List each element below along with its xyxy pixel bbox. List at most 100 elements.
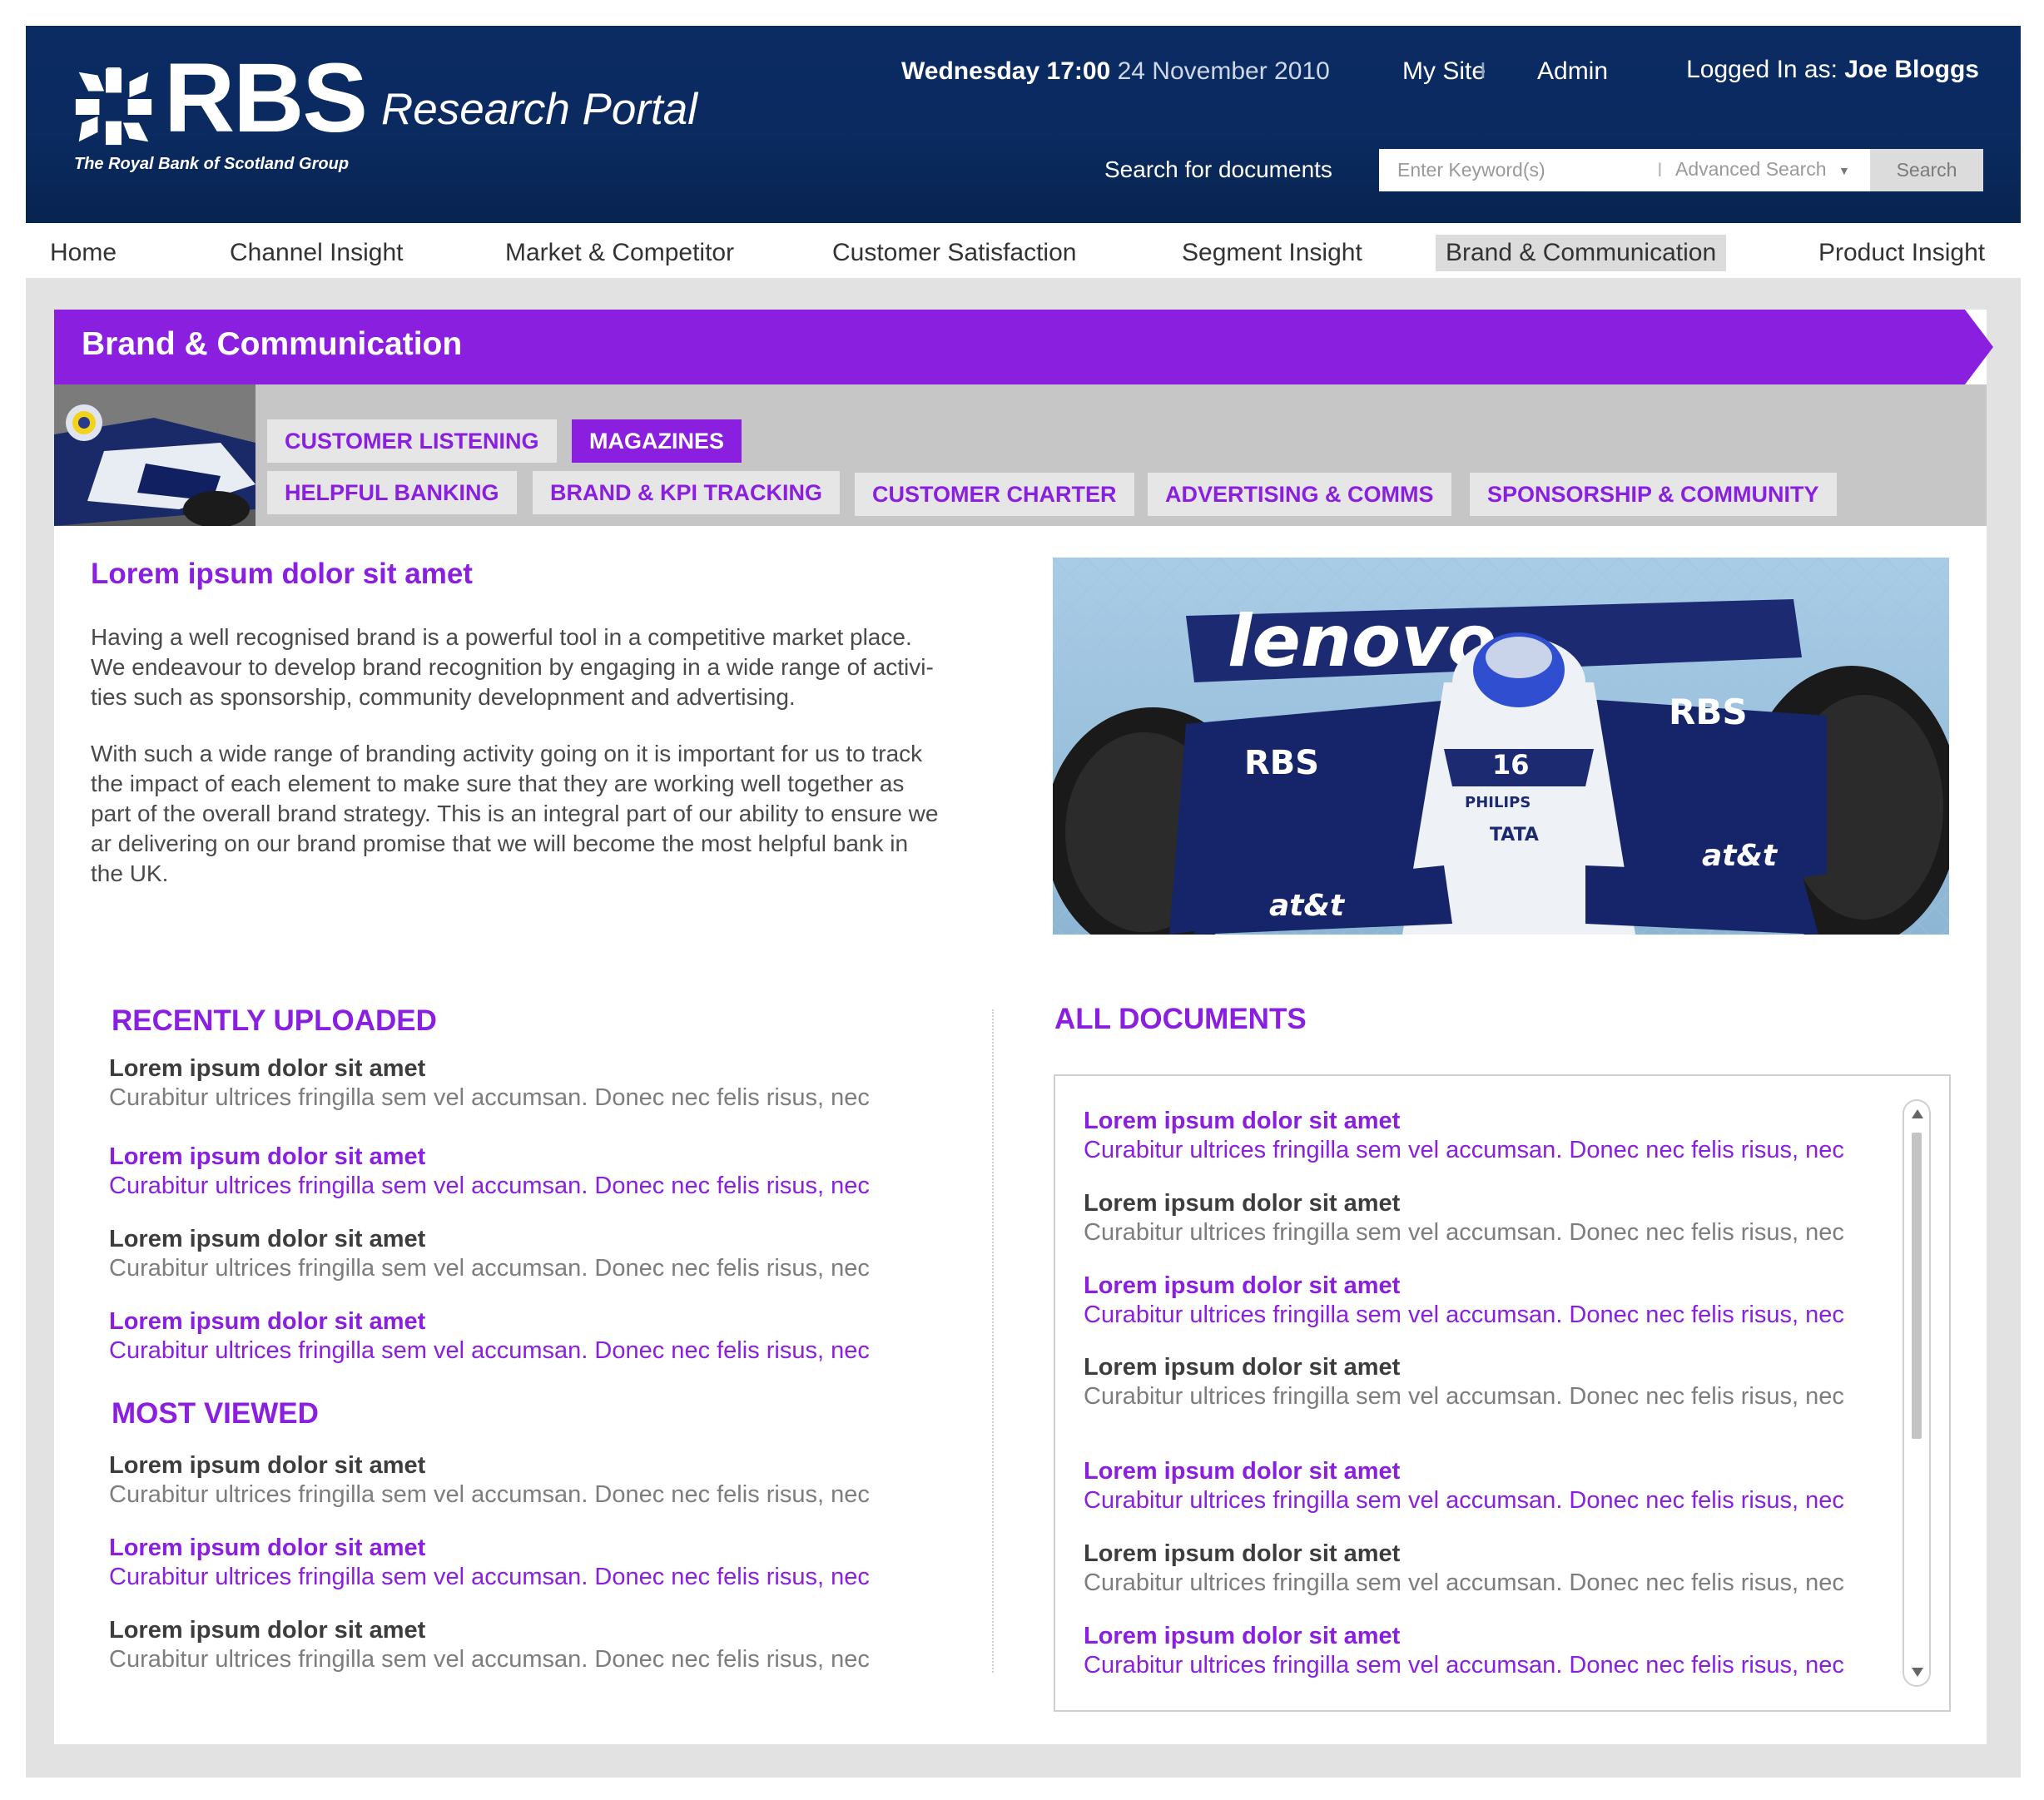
list-item[interactable]: Lorem ipsum dolor sit amet Curabitur ult… (1084, 1352, 1932, 1411)
intro-paragraph-2: With such a wide range of branding activ… (91, 739, 998, 889)
hero-sponsor-philips: PHILIPS (1465, 794, 1531, 811)
hero-sponsor-att-right: at&t (1702, 839, 1779, 873)
list-item[interactable]: Lorem ipsum dolor sit amet Curabitur ult… (109, 1224, 958, 1282)
recently-uploaded-heading: RECENTLY UPLOADED (112, 1004, 437, 1037)
hero-sponsor-att-left: at&t (1269, 889, 1346, 923)
user-name[interactable]: Joe Bloggs (1844, 56, 1979, 83)
tab-brand-kpi-tracking[interactable]: BRAND & KPI TRACKING (533, 471, 840, 514)
nav-item-home[interactable]: Home (40, 235, 127, 271)
doc-summary: Curabitur ultrices fringilla sem vel acc… (1084, 1569, 1844, 1596)
section-subnav: CUSTOMER LISTENING MAGAZINES HELPFUL BAN… (54, 384, 1987, 526)
list-item[interactable]: Lorem ipsum dolor sit amet Curabitur ult… (109, 1450, 958, 1509)
doc-title: Lorem ipsum dolor sit amet (109, 1308, 426, 1335)
list-item[interactable]: Lorem ipsum dolor sit amet Curabitur ult… (1084, 1106, 1932, 1164)
doc-summary: Curabitur ultrices fringilla sem vel acc… (1084, 1219, 1844, 1246)
nav-item-customer-satisfaction[interactable]: Customer Satisfaction (822, 235, 1086, 271)
doc-title: Lorem ipsum dolor sit amet (109, 1452, 426, 1479)
search-button[interactable]: Search (1870, 149, 1983, 191)
list-item[interactable]: Lorem ipsum dolor sit amet Curabitur ult… (1084, 1539, 1932, 1597)
tab-sponsorship-community[interactable]: SPONSORSHIP & COMMUNITY (1470, 473, 1837, 516)
paragraph-line: the UK. (91, 860, 169, 886)
all-documents-list[interactable]: Lorem ipsum dolor sit amet Curabitur ult… (1054, 1074, 1951, 1712)
hero-sponsor-rbs-left: RBS (1244, 744, 1319, 782)
rbs-logo[interactable]: RBS The Royal Bank of Scotland Group (74, 49, 374, 184)
search-bar: I Advanced Search ▼ Search (1379, 149, 1983, 191)
vertical-scrollbar[interactable] (1903, 1099, 1931, 1687)
doc-title: Lorem ipsum dolor sit amet (109, 1226, 426, 1252)
arrow-up-icon[interactable] (1912, 1109, 1923, 1118)
doc-summary: Curabitur ultrices fringilla sem vel acc… (109, 1337, 870, 1364)
portal-title: Research Portal (381, 85, 698, 134)
list-item[interactable]: Lorem ipsum dolor sit amet Curabitur ult… (109, 1533, 958, 1591)
day-time: Wednesday 17:00 (901, 57, 1111, 85)
main-nav: Home Channel Insight Market & Competitor… (26, 223, 2021, 278)
nav-item-market-competitor[interactable]: Market & Competitor (495, 235, 744, 271)
racing-car-thumbnail (54, 384, 256, 526)
doc-summary: Curabitur ultrices fringilla sem vel acc… (1084, 1137, 1844, 1163)
doc-summary: Curabitur ultrices fringilla sem vel acc… (109, 1173, 870, 1199)
doc-title: Lorem ipsum dolor sit amet (1084, 1190, 1401, 1217)
paragraph-line: ties such as sponsorship, community deve… (91, 684, 796, 710)
nav-item-channel-insight[interactable]: Channel Insight (220, 235, 413, 271)
doc-title: Lorem ipsum dolor sit amet (109, 1143, 426, 1170)
logo-tagline: The Royal Bank of Scotland Group (74, 155, 350, 173)
doc-title: Lorem ipsum dolor sit amet (109, 1535, 426, 1561)
admin-link[interactable]: Admin (1537, 57, 1608, 86)
search-label: Search for documents (1104, 156, 1332, 182)
all-documents-heading: ALL DOCUMENTS (1054, 1003, 1307, 1035)
date-time: Wednesday 17:00 24 November 2010 (901, 57, 1330, 86)
paragraph-line: part of the overall brand strategy. This… (91, 801, 939, 826)
nav-item-brand-communication[interactable]: Brand & Communication (1436, 235, 1727, 271)
tab-customer-charter[interactable]: CUSTOMER CHARTER (855, 473, 1134, 516)
doc-title: Lorem ipsum dolor sit amet (1084, 1354, 1401, 1381)
hero-racing-car-image: lenovo RBS RBS 16 PHILIPS TATA at&t at&t (1053, 558, 1949, 935)
list-item[interactable]: Lorem ipsum dolor sit amet Curabitur ult… (109, 1054, 958, 1112)
list-item[interactable]: Lorem ipsum dolor sit amet Curabitur ult… (109, 1615, 958, 1674)
paragraph-line: the impact of each element to make sure … (91, 771, 905, 796)
doc-summary: Curabitur ultrices fringilla sem vel acc… (109, 1481, 870, 1508)
column-divider (992, 1009, 994, 1673)
nav-item-segment-insight[interactable]: Segment Insight (1172, 235, 1372, 271)
search-separator: I (1657, 159, 1663, 181)
list-item[interactable]: Lorem ipsum dolor sit amet Curabitur ult… (1084, 1621, 1932, 1679)
paragraph-line: With such a wide range of branding activ… (91, 741, 923, 766)
doc-title: Lorem ipsum dolor sit amet (1084, 1108, 1401, 1134)
link-separator: I (1480, 57, 1486, 83)
tab-magazines[interactable]: MAGAZINES (572, 419, 742, 463)
tab-advertising-comms[interactable]: ADVERTISING & COMMS (1148, 473, 1451, 516)
logged-in-status: Logged In as: Joe Bloggs (1686, 56, 1979, 84)
list-item[interactable]: Lorem ipsum dolor sit amet Curabitur ult… (1084, 1271, 1932, 1329)
most-viewed-heading: MOST VIEWED (112, 1397, 319, 1430)
advanced-search-label: Advanced Search (1675, 158, 1827, 180)
list-item[interactable]: Lorem ipsum dolor sit amet Curabitur ult… (109, 1142, 958, 1200)
section-title: Brand & Communication (82, 326, 463, 362)
doc-title: Lorem ipsum dolor sit amet (109, 1055, 426, 1082)
doc-title: Lorem ipsum dolor sit amet (109, 1617, 426, 1644)
doc-summary: Curabitur ultrices fringilla sem vel acc… (109, 1255, 870, 1282)
keyword-search-input[interactable] (1379, 149, 1654, 191)
list-item[interactable]: Lorem ipsum dolor sit amet Curabitur ult… (1084, 1456, 1932, 1515)
scrollbar-thumb[interactable] (1912, 1133, 1922, 1439)
doc-title: Lorem ipsum dolor sit amet (1084, 1272, 1401, 1299)
my-site-link[interactable]: My Site (1402, 57, 1486, 86)
hero-car-number: 16 (1492, 749, 1530, 781)
doc-summary: Curabitur ultrices fringilla sem vel acc… (1084, 1383, 1844, 1410)
hero-sponsor-rbs-right: RBS (1669, 692, 1748, 732)
chevron-down-icon: ▼ (1838, 163, 1850, 177)
advanced-search-dropdown[interactable]: Advanced Search ▼ (1675, 158, 1850, 181)
intro-paragraph-1: Having a well recognised brand is a powe… (91, 622, 998, 712)
arrow-down-icon[interactable] (1912, 1668, 1923, 1677)
doc-summary: Curabitur ultrices fringilla sem vel acc… (1084, 1652, 1844, 1679)
logo-wordmark: RBS (164, 43, 368, 153)
tab-customer-listening[interactable]: CUSTOMER LISTENING (267, 419, 557, 463)
doc-title: Lorem ipsum dolor sit amet (1084, 1623, 1401, 1649)
hero-sponsor-tata: TATA (1490, 825, 1539, 845)
list-item[interactable]: Lorem ipsum dolor sit amet Curabitur ult… (109, 1307, 958, 1365)
date: 24 November 2010 (1117, 57, 1330, 85)
paragraph-line: Having a well recognised brand is a powe… (91, 624, 912, 650)
doc-summary: Curabitur ultrices fringilla sem vel acc… (1084, 1302, 1844, 1328)
rbs-daisy-wheel-icon (75, 67, 152, 146)
tab-helpful-banking[interactable]: HELPFUL BANKING (267, 471, 517, 514)
list-item[interactable]: Lorem ipsum dolor sit amet Curabitur ult… (1084, 1188, 1932, 1247)
nav-item-product-insight[interactable]: Product Insight (1808, 235, 1995, 271)
